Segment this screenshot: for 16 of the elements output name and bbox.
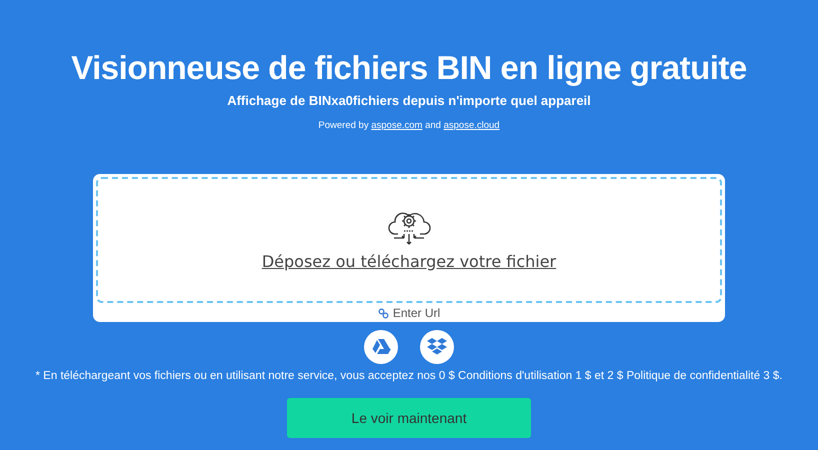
page-title: Visionneuse de fichiers BIN en ligne gratuite <box>71 48 747 88</box>
drop-label[interactable]: Déposez ou téléchargez votre fichier <box>262 252 556 270</box>
dropbox-button[interactable] <box>420 330 454 364</box>
terms-notice: * En téléchargeant vos fichiers ou en utilisant notre service, vous acceptez nos 0 $ Conditions d'utilisation 1 $ et 2 $ Politique de confidentialité 3 $. <box>36 370 782 382</box>
view-now-button[interactable]: Le voir maintenant <box>287 398 531 438</box>
page-subtitle: Affichage de BINxa0fichiers depuis n'importe quel appareil <box>227 93 591 108</box>
drop-zone[interactable]: Déposez ou téléchargez votre fichier <box>96 177 722 303</box>
google-drive-button[interactable] <box>364 330 398 364</box>
enter-url-button[interactable]: Enter Url <box>374 306 444 322</box>
cloud-gear-icon <box>386 210 432 246</box>
aspose-link[interactable]: aspose.cloud <box>444 120 500 131</box>
aspose-link[interactable]: aspose.com <box>371 120 422 131</box>
dropbox-icon <box>426 337 448 357</box>
link-icon <box>378 308 389 318</box>
drive-icon <box>371 338 391 356</box>
powered-by-text: Powered by aspose.com and aspose.cloud <box>318 120 500 131</box>
